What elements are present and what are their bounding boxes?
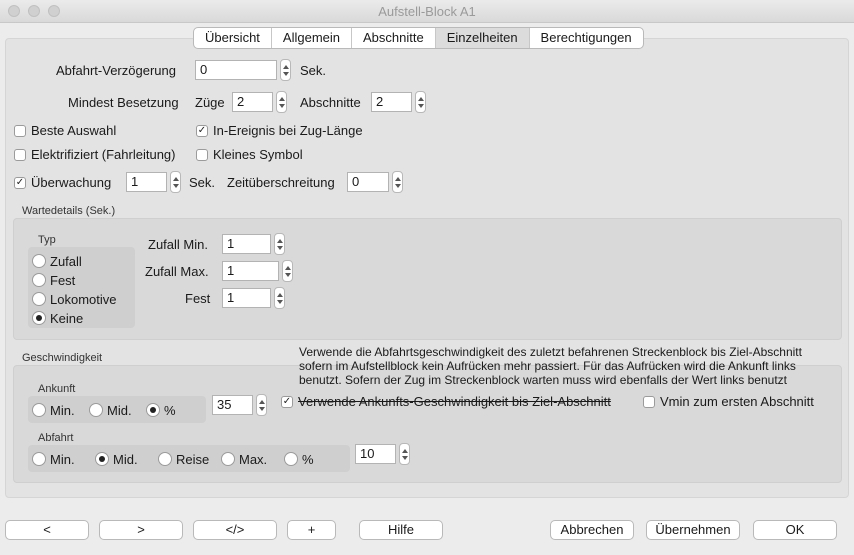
zuege-stepper[interactable] [276, 91, 287, 113]
ankunft-percent-label: % [164, 403, 176, 418]
mindest-besetzung-label: Mindest Besetzung [68, 95, 179, 110]
abschnitte-stepper[interactable] [415, 91, 426, 113]
ueberwachung-sek-label: Sek. [189, 175, 216, 190]
zuege-input[interactable]: 2 [232, 92, 273, 112]
abfahrt-max-label: Max. [239, 452, 268, 467]
zeitueberschreitung-label: Zeitüberschreitung [227, 175, 335, 190]
abfahrt-verzoegerung-input[interactable]: 0 [195, 60, 277, 80]
typ-keine-radio[interactable] [32, 311, 46, 325]
next-button[interactable]: > [99, 520, 183, 540]
ueberwachung-checkbox[interactable]: ✓ [14, 177, 26, 189]
typ-title: Typ [38, 234, 56, 246]
ok-button[interactable]: OK [753, 520, 837, 540]
abfahrt-percent-label: % [302, 452, 314, 467]
hilfe-button[interactable]: Hilfe [359, 520, 443, 540]
ankunft-min-label: Min. [50, 403, 75, 418]
abfahrt-speed-input[interactable]: 10 [355, 444, 396, 464]
code-button[interactable]: </> [193, 520, 277, 540]
abfahrt-min-label: Min. [50, 452, 75, 467]
kleines-symbol-checkbox[interactable] [196, 149, 208, 161]
abfahrt-max-radio[interactable] [221, 452, 235, 466]
wartedetails-title: Wartedetails (Sek.) [22, 205, 116, 217]
vmin-label: Vmin zum ersten Abschnitt [660, 394, 814, 409]
abfahrt-verzoegerung-label: Abfahrt-Verzögerung [56, 63, 176, 78]
in-ereignis-label: In-Ereignis bei Zug-Länge [213, 123, 363, 138]
ankunft-title: Ankunft [38, 383, 76, 395]
ueberwachung-stepper[interactable] [170, 171, 181, 193]
zufall-max-input[interactable]: 1 [222, 261, 279, 281]
zufall-min-input[interactable]: 1 [222, 234, 271, 254]
abschnitte-label: Abschnitte [300, 95, 361, 110]
abbrechen-button[interactable]: Abbrechen [550, 520, 634, 540]
tab-berechtigungen[interactable]: Berechtigungen [530, 28, 643, 48]
ankunft-percent-radio[interactable] [146, 403, 160, 417]
typ-fest-radio[interactable] [32, 273, 46, 287]
zufall-min-label: Zufall Min. [148, 237, 208, 252]
ankunft-min-radio[interactable] [32, 403, 46, 417]
verwende-ankunft-label: Verwende Ankunfts-Geschwindigkeit bis Zi… [298, 394, 611, 409]
note-line-2: sofern im Aufstellblock kein Aufrücken m… [299, 359, 796, 373]
window-title: Aufstell-Block A1 [378, 4, 476, 19]
abfahrt-percent-radio[interactable] [284, 452, 298, 466]
abfahrt-verzoegerung-stepper[interactable] [280, 59, 291, 81]
prev-button[interactable]: < [5, 520, 89, 540]
zeitueberschreitung-input[interactable]: 0 [347, 172, 389, 192]
ueberwachung-label: Überwachung [31, 175, 112, 190]
typ-lokomotive-radio[interactable] [32, 292, 46, 306]
typ-fest-label: Fest [50, 273, 76, 288]
beste-auswahl-checkbox[interactable] [14, 125, 26, 137]
note-line-1: Verwende die Abfahrtsgeschwindigkeit des… [299, 345, 802, 359]
abfahrt-min-radio[interactable] [32, 452, 46, 466]
typ-lokomotive-label: Lokomotive [50, 292, 117, 307]
ueberwachung-input[interactable]: 1 [126, 172, 167, 192]
ankunft-mid-label: Mid. [107, 403, 132, 418]
zufall-max-label: Zufall Max. [145, 264, 209, 279]
abfahrt-reise-label: Reise [176, 452, 210, 467]
fest-stepper[interactable] [274, 287, 285, 309]
zeitueberschreitung-stepper[interactable] [392, 171, 403, 193]
tab-einzelheiten[interactable]: Einzelheiten [435, 28, 530, 48]
elektrifiziert-checkbox[interactable] [14, 149, 26, 161]
typ-keine-label: Keine [50, 311, 84, 326]
geschwindigkeit-note: Verwende die Abfahrtsgeschwindigkeit des… [299, 345, 802, 387]
wartedetails-group [13, 218, 842, 340]
typ-zufall-radio[interactable] [32, 254, 46, 268]
ankunft-mid-radio[interactable] [89, 403, 103, 417]
kleines-symbol-label: Kleines Symbol [213, 147, 303, 162]
abfahrt-mid-label: Mid. [113, 452, 138, 467]
vmin-checkbox[interactable] [643, 396, 655, 408]
verwende-ankunft-checkbox[interactable]: ✓ [281, 396, 293, 408]
fest-input[interactable]: 1 [222, 288, 271, 308]
abfahrt-speed-stepper[interactable] [399, 443, 410, 465]
tab-uebersicht[interactable]: Übersicht [194, 28, 272, 48]
abfahrt-reise-radio[interactable] [158, 452, 172, 466]
elektrifiziert-label: Elektrifiziert (Fahrleitung) [31, 147, 176, 162]
beste-auswahl-label: Beste Auswahl [31, 123, 117, 138]
zufall-min-stepper[interactable] [274, 233, 285, 255]
ankunft-input[interactable]: 35 [212, 395, 253, 415]
uebernehmen-button[interactable]: Übernehmen [646, 520, 740, 540]
abfahrt-sek-label: Sek. [300, 63, 327, 78]
add-button[interactable]: + [287, 520, 336, 540]
zufall-max-stepper[interactable] [282, 260, 293, 282]
ankunft-stepper[interactable] [256, 394, 267, 416]
geschwindigkeit-title: Geschwindigkeit [22, 352, 103, 364]
abschnitte-input[interactable]: 2 [371, 92, 412, 112]
fest-label: Fest [185, 291, 211, 306]
tab-allgemein[interactable]: Allgemein [272, 28, 353, 48]
typ-zufall-label: Zufall [50, 254, 82, 269]
note-line-3: benutzt. Sofern der Zug im Streckenblock… [299, 373, 787, 387]
in-ereignis-checkbox[interactable]: ✓ [196, 125, 208, 137]
abfahrt-mid-radio[interactable] [95, 452, 109, 466]
abfahrt-title: Abfahrt [38, 432, 74, 444]
tab-abschnitte[interactable]: Abschnitte [352, 28, 436, 48]
zuege-label: Züge [195, 95, 225, 110]
tab-bar: Übersicht Allgemein Abschnitte Einzelhei… [193, 27, 644, 49]
